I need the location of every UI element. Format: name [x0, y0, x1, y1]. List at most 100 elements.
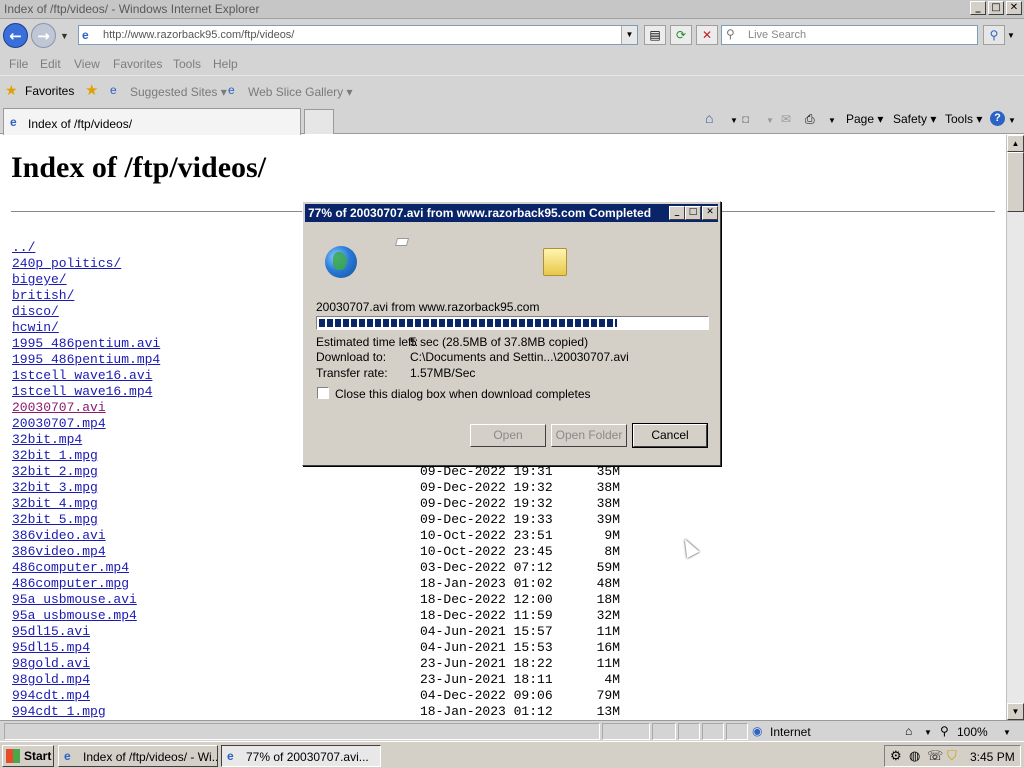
file-link[interactable]: 32bit_1.mpg	[12, 448, 98, 463]
file-link[interactable]: 386video.avi	[12, 528, 106, 543]
file-link[interactable]: 98gold.mp4	[12, 672, 90, 687]
print-dropdown-icon[interactable]: ▼	[828, 116, 836, 125]
safety-menu[interactable]: Safety ▾	[893, 112, 936, 126]
file-link[interactable]: 95dl15.mp4	[12, 640, 90, 655]
file-link[interactable]: 20030707.mp4	[12, 416, 106, 431]
volume-icon[interactable]: ◍	[909, 748, 920, 764]
help-dropdown-icon[interactable]: ▼	[1008, 116, 1016, 125]
file-link[interactable]: 98gold.avi	[12, 656, 90, 671]
suggested-sites-icon: e	[110, 83, 117, 97]
file-link[interactable]: 386video.mp4	[12, 544, 106, 559]
tools-menu[interactable]: Tools ▾	[945, 112, 982, 126]
file-link[interactable]: 1stcell_wave16.avi	[12, 368, 152, 383]
dialog-maximize-button[interactable]: □	[685, 206, 701, 220]
menu-help[interactable]: Help	[213, 57, 238, 71]
maximize-button[interactable]: □	[988, 1, 1004, 15]
file-link[interactable]: 32bit_5.mpg	[12, 512, 98, 527]
file-link[interactable]: 32bit_2.mpg	[12, 464, 98, 479]
file-link[interactable]: 994cdt_1.mpg	[12, 704, 106, 719]
file-link[interactable]: 20030707.avi	[12, 400, 106, 415]
zoom-dropdown-icon[interactable]: ▼	[1003, 728, 1011, 737]
connection-icon[interactable]: ☏	[927, 748, 943, 764]
refresh-icon[interactable]: ⟳	[670, 25, 692, 45]
file-link[interactable]: disco/	[12, 304, 59, 319]
file-link[interactable]: 994cdt.mp4	[12, 688, 90, 703]
start-label: Start	[24, 749, 52, 763]
add-favorite-icon[interactable]: ★	[85, 81, 98, 99]
zoom-level[interactable]: 100%	[957, 725, 988, 739]
suggested-sites-button[interactable]: Suggested Sites ▾	[130, 85, 227, 99]
file-link[interactable]: 95dl15.avi	[12, 624, 90, 639]
file-link[interactable]: 486computer.mp4	[12, 560, 129, 575]
address-url[interactable]: http://www.razorback95.com/ftp/videos/	[103, 29, 294, 41]
web-slice-icon: e	[228, 83, 235, 97]
window-controls: _ □ ✕	[970, 1, 1022, 15]
favorites-button[interactable]: Favorites	[25, 84, 74, 98]
menu-edit[interactable]: Edit	[40, 57, 61, 71]
file-link[interactable]: 486computer.mpg	[12, 576, 129, 591]
file-link[interactable]: 1stcell_wave16.mp4	[12, 384, 152, 399]
back-button[interactable]: ←	[3, 23, 28, 48]
close-when-complete-checkbox[interactable]	[317, 387, 329, 399]
menu-file[interactable]: File	[9, 57, 28, 71]
home-icon[interactable]: ⌂	[705, 110, 713, 126]
search-button[interactable]: ⚲	[983, 25, 1005, 45]
file-link[interactable]: 32bit.mp4	[12, 432, 82, 447]
taskbar-item-download[interactable]: e 77% of 20030707.avi...	[221, 745, 381, 767]
security-shield-icon[interactable]: ⛉	[947, 748, 957, 764]
download-file-line: 20030707.avi from www.razorback95.com	[316, 300, 540, 314]
minimize-button[interactable]: _	[970, 1, 986, 15]
file-link[interactable]: 95a_usbmouse.mp4	[12, 608, 137, 623]
protected-mode-icon[interactable]: ⌂	[905, 724, 912, 738]
file-link[interactable]: 32bit_4.mpg	[12, 496, 98, 511]
vertical-scrollbar[interactable]: ▲ ▼	[1006, 135, 1024, 720]
file-link[interactable]: british/	[12, 288, 74, 303]
menu-favorites[interactable]: Favorites	[113, 57, 162, 71]
search-input[interactable]: ⚲ Live Search	[721, 25, 978, 45]
file-link[interactable]: 95a_usbmouse.avi	[12, 592, 137, 607]
new-tab-button[interactable]	[304, 109, 334, 134]
scroll-up-icon[interactable]: ▲	[1007, 135, 1024, 152]
dialog-close-button[interactable]: ✕	[702, 206, 718, 220]
download-to-label: Download to:	[316, 350, 387, 364]
network-icon[interactable]: ⚙	[890, 748, 902, 764]
dialog-minimize-button[interactable]: _	[669, 206, 685, 220]
help-icon[interactable]: ?	[990, 111, 1005, 126]
file-link[interactable]: bigeye/	[12, 272, 67, 287]
open-folder-button[interactable]: Open Folder	[551, 424, 627, 447]
file-link[interactable]: hcwin/	[12, 320, 59, 335]
favorites-star-icon[interactable]: ★	[5, 82, 18, 99]
taskbar-item-browser[interactable]: e Index of /ftp/videos/ - Wi...	[58, 745, 218, 767]
scroll-down-icon[interactable]: ▼	[1007, 703, 1024, 720]
file-link[interactable]: ../	[12, 240, 35, 255]
protected-mode-dropdown-icon[interactable]: ▼	[924, 728, 932, 737]
forward-button[interactable]: →	[31, 23, 56, 48]
web-slice-gallery-button[interactable]: Web Slice Gallery ▾	[248, 85, 353, 99]
file-link[interactable]: 240p_politics/	[12, 256, 121, 271]
mail-icon[interactable]: ✉	[781, 112, 791, 126]
compatibility-view-icon[interactable]: ▤	[644, 25, 666, 45]
file-link[interactable]: 32bit_3.mpg	[12, 480, 98, 495]
home-dropdown-icon[interactable]: ▼	[730, 116, 738, 125]
close-when-complete-label[interactable]: Close this dialog box when download comp…	[335, 387, 591, 401]
close-button[interactable]: ✕	[1006, 1, 1022, 15]
menu-tools[interactable]: Tools	[173, 57, 201, 71]
stop-icon[interactable]: ✕	[696, 25, 718, 45]
scroll-thumb[interactable]	[1007, 152, 1024, 212]
menu-view[interactable]: View	[74, 57, 100, 71]
cancel-button[interactable]: Cancel	[632, 423, 708, 448]
open-button[interactable]: Open	[470, 424, 546, 447]
feeds-dropdown-icon[interactable]: ▼	[766, 116, 774, 125]
address-bar[interactable]: e http://www.razorback95.com/ftp/videos/…	[78, 25, 638, 45]
search-options-dropdown-icon[interactable]: ▼	[1007, 31, 1015, 40]
file-link[interactable]: 1995_486pentium.mp4	[12, 352, 160, 367]
file-link[interactable]: 1995_486pentium.avi	[12, 336, 160, 351]
tab-index-videos[interactable]: e Index of /ftp/videos/	[3, 108, 301, 135]
address-dropdown-icon[interactable]: ▼	[621, 26, 637, 44]
page-menu[interactable]: Page ▾	[846, 112, 883, 126]
start-button[interactable]: Start	[2, 745, 54, 767]
recent-pages-dropdown-icon[interactable]: ▼	[60, 31, 69, 41]
feeds-icon[interactable]: ◘	[742, 112, 749, 126]
print-icon[interactable]: ⎙	[805, 112, 815, 127]
zoom-icon[interactable]: ⚲	[940, 724, 949, 738]
